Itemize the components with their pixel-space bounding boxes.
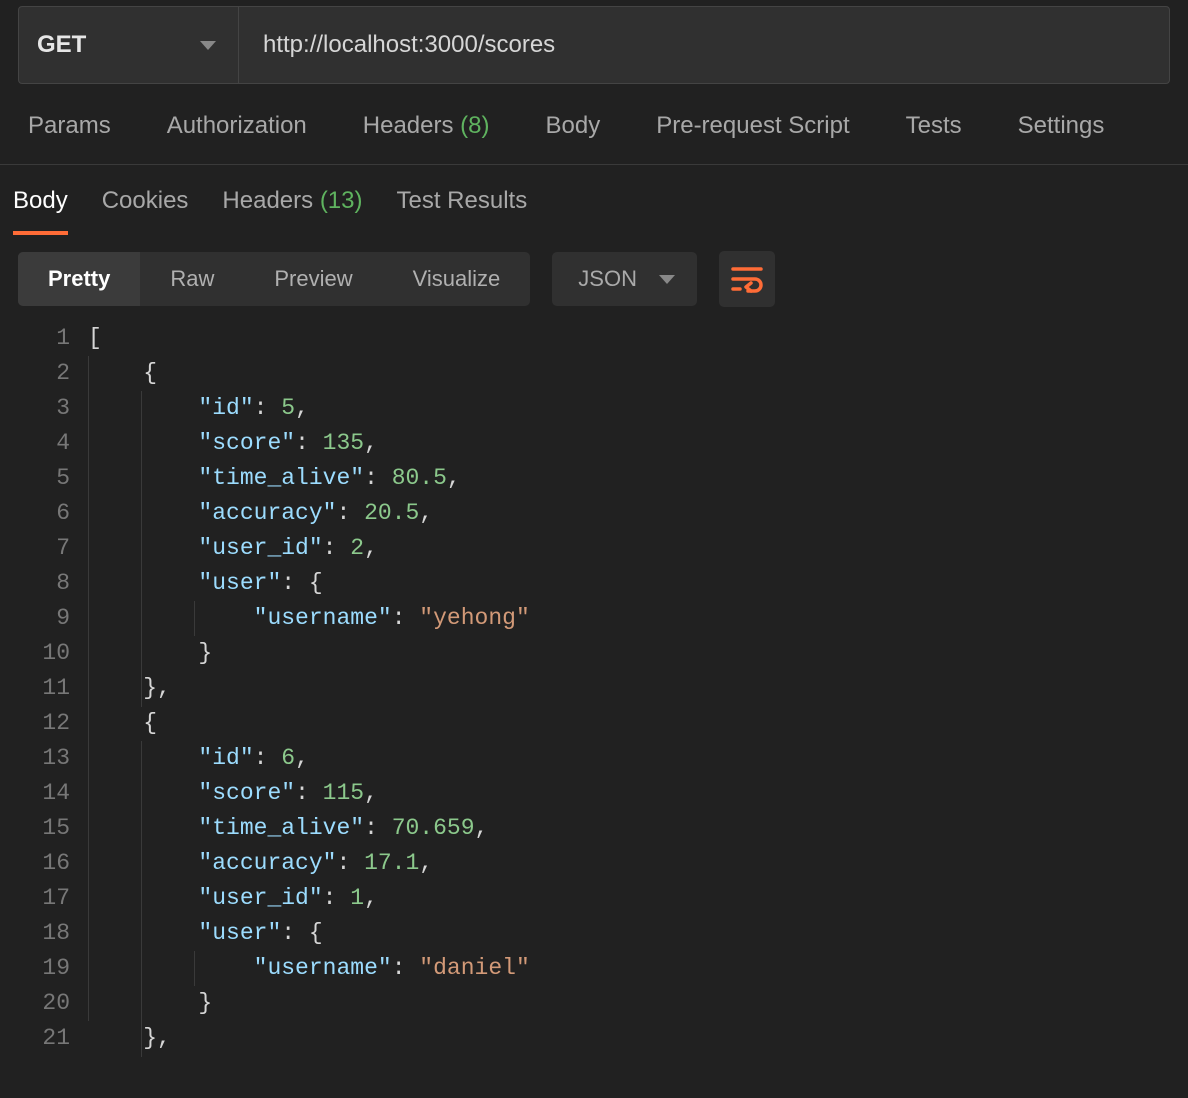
view-mode-group: Pretty Raw Preview Visualize <box>18 252 530 306</box>
wrap-icon <box>731 265 763 293</box>
response-tab-headers[interactable]: Headers (13) <box>222 181 362 235</box>
http-method-select[interactable]: GET <box>19 7 239 83</box>
tab-authorization[interactable]: Authorization <box>167 108 307 144</box>
wrap-lines-button[interactable] <box>719 251 775 307</box>
tab-body[interactable]: Body <box>546 108 601 144</box>
tab-headers-label: Headers <box>363 112 454 139</box>
view-preview[interactable]: Preview <box>244 252 382 306</box>
response-tab-cookies[interactable]: Cookies <box>102 181 189 235</box>
tab-params[interactable]: Params <box>28 108 111 144</box>
http-method-value: GET <box>37 31 86 59</box>
chevron-down-icon <box>659 275 675 284</box>
view-visualize[interactable]: Visualize <box>383 252 531 306</box>
tab-settings[interactable]: Settings <box>1018 108 1105 144</box>
view-pretty[interactable]: Pretty <box>18 252 140 306</box>
tab-headers-count: (8) <box>460 112 489 139</box>
request-tabs: Params Authorization Headers (8) Body Pr… <box>0 84 1188 165</box>
tab-headers[interactable]: Headers (8) <box>363 108 490 144</box>
response-tabs: Body Cookies Headers (13) Test Results <box>0 165 1188 235</box>
response-tab-body[interactable]: Body <box>13 181 68 235</box>
response-body[interactable]: 123456789101112131415161718192021 [ { "i… <box>0 319 1188 1056</box>
response-tab-testresults[interactable]: Test Results <box>397 181 528 235</box>
format-value: JSON <box>578 266 637 292</box>
url-input[interactable]: http://localhost:3000/scores <box>239 7 1169 83</box>
chevron-down-icon <box>200 41 216 50</box>
line-gutter: 123456789101112131415161718192021 <box>18 321 88 1056</box>
format-select[interactable]: JSON <box>552 252 697 306</box>
code-content: [ { "id": 5, "score": 135, "time_alive":… <box>88 321 530 1056</box>
tab-prerequest[interactable]: Pre-request Script <box>656 108 849 144</box>
view-raw[interactable]: Raw <box>140 252 244 306</box>
response-tab-headers-label: Headers <box>222 187 313 214</box>
tab-tests[interactable]: Tests <box>906 108 962 144</box>
response-tab-headers-count: (13) <box>320 187 363 214</box>
